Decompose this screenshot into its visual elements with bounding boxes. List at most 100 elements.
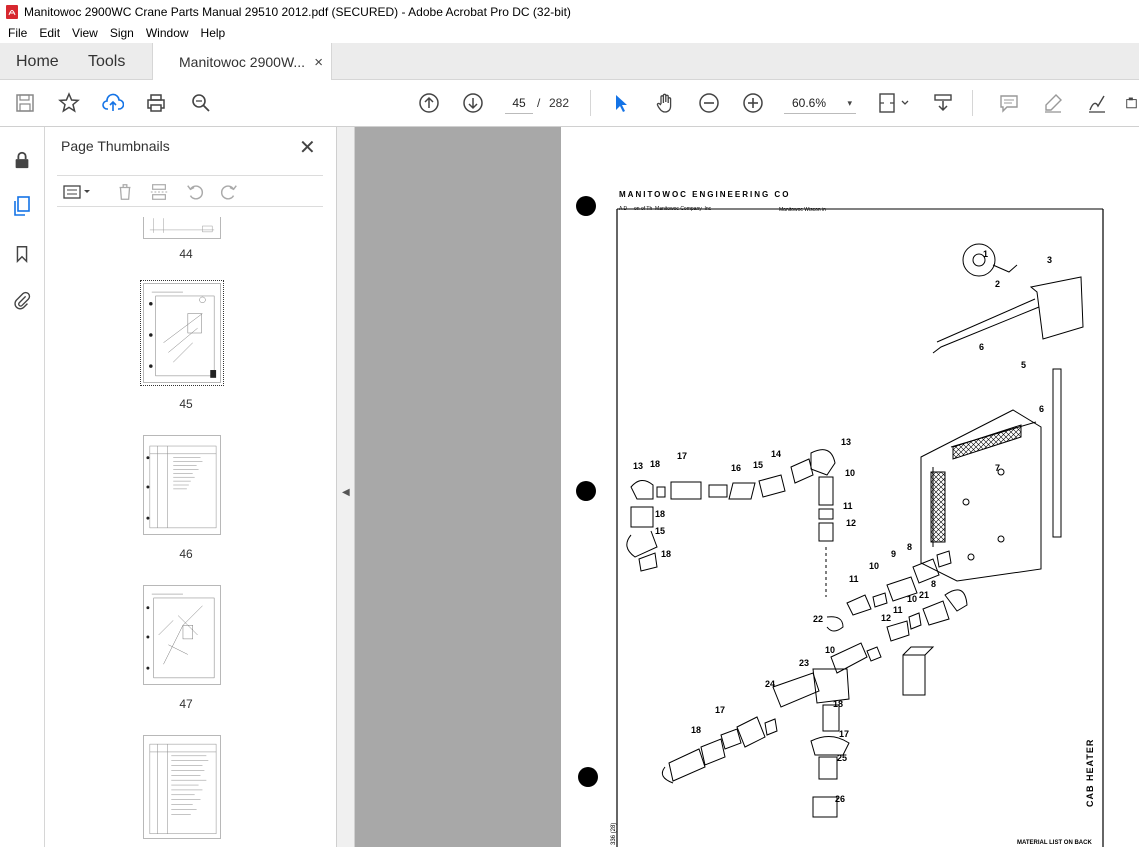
svg-text:24: 24 <box>765 679 775 689</box>
zoom-level-select[interactable]: 60.6% ▾ <box>784 92 856 114</box>
svg-text:25: 25 <box>837 753 847 763</box>
bookmark-star-icon[interactable] <box>56 90 82 116</box>
menu-view[interactable]: View <box>66 26 104 40</box>
options-menu-icon[interactable] <box>61 180 95 204</box>
window-titlebar: Manitowoc 2900WC Crane Parts Manual 2951… <box>0 0 1139 23</box>
document-side-code: 336 (28) <box>611 822 617 845</box>
svg-text:8: 8 <box>907 542 912 552</box>
save-icon[interactable] <box>12 90 38 116</box>
menu-sign[interactable]: Sign <box>104 26 140 40</box>
svg-text:10: 10 <box>845 468 855 478</box>
zoom-in-icon[interactable] <box>740 90 766 116</box>
page-separator: / <box>537 96 541 110</box>
page-thumbnail[interactable] <box>143 735 221 839</box>
panel-close-button[interactable]: ✕ <box>299 135 316 160</box>
page-thumbnails-icon[interactable] <box>10 193 34 219</box>
page-number-input[interactable]: 45 <box>505 92 533 114</box>
svg-text:18: 18 <box>655 509 665 519</box>
search-zoom-icon[interactable] <box>188 90 214 116</box>
svg-text:18: 18 <box>650 459 660 469</box>
thumbnail-label: 47 <box>179 697 193 711</box>
svg-text:7: 7 <box>995 463 1000 473</box>
zoom-level-value: 60.6% <box>792 96 827 110</box>
svg-text:3: 3 <box>1047 255 1052 265</box>
tab-home[interactable]: Home <box>16 43 59 80</box>
svg-text:10: 10 <box>825 645 835 655</box>
window-title: Manitowoc 2900WC Crane Parts Manual 2951… <box>24 4 571 19</box>
page-thumbnail[interactable] <box>143 585 221 685</box>
svg-text:1: 1 <box>983 249 988 259</box>
select-cursor-icon[interactable] <box>608 90 634 116</box>
svg-text:23: 23 <box>799 658 809 668</box>
tab-tools[interactable]: Tools <box>88 43 125 80</box>
sign-pen-icon[interactable] <box>1084 90 1110 116</box>
rotate-left-icon[interactable] <box>183 180 207 204</box>
attachments-icon[interactable] <box>10 287 34 313</box>
svg-text:10: 10 <box>907 594 917 604</box>
hand-tool-icon[interactable] <box>652 90 678 116</box>
document-viewer[interactable]: 1 2 3 6 5 6 7 13 17 16 15 14 13 18 10 11… <box>355 127 1139 847</box>
svg-text:18: 18 <box>833 699 843 709</box>
zoom-out-icon[interactable] <box>696 90 722 116</box>
svg-text:2: 2 <box>995 279 1000 289</box>
page-thumbnail-selected[interactable] <box>140 280 224 386</box>
print-icon[interactable] <box>143 90 169 116</box>
rotate-right-icon[interactable] <box>217 180 241 204</box>
svg-text:12: 12 <box>881 613 891 623</box>
fit-page-icon[interactable] <box>874 90 914 116</box>
panel-title: Page Thumbnails <box>61 138 170 154</box>
svg-text:5: 5 <box>1021 360 1026 370</box>
svg-text:18: 18 <box>661 549 671 559</box>
cloud-upload-icon[interactable] <box>100 90 126 116</box>
more-tools-icon[interactable] <box>1124 90 1139 116</box>
lock-icon[interactable] <box>10 147 34 173</box>
tab-close-button[interactable]: × <box>314 54 323 71</box>
menu-help[interactable]: Help <box>195 26 232 40</box>
svg-text:11: 11 <box>843 501 853 511</box>
menu-file[interactable]: File <box>2 26 33 40</box>
document-page: 1 2 3 6 5 6 7 13 17 16 15 14 13 18 10 11… <box>561 127 1139 847</box>
page-thumbnail[interactable] <box>143 435 221 535</box>
svg-text:9: 9 <box>891 549 896 559</box>
navigation-rail <box>0 127 45 847</box>
svg-text:15: 15 <box>753 460 763 470</box>
bookmarks-icon[interactable] <box>10 241 34 267</box>
panel-splitter[interactable]: ◀ <box>337 127 355 847</box>
delete-page-icon[interactable] <box>113 180 137 204</box>
svg-text:10: 10 <box>869 561 879 571</box>
tab-document-label: Manitowoc 2900W... <box>179 54 306 70</box>
next-page-icon[interactable] <box>460 90 486 116</box>
svg-text:14: 14 <box>771 449 781 459</box>
svg-text:11: 11 <box>893 605 903 615</box>
menu-window[interactable]: Window <box>140 26 195 40</box>
menu-edit[interactable]: Edit <box>33 26 66 40</box>
svg-text:8: 8 <box>931 579 936 589</box>
tab-document[interactable]: Manitowoc 2900W... × <box>152 43 332 81</box>
thumbnail-options-bar <box>57 175 323 207</box>
svg-text:12: 12 <box>846 518 856 528</box>
svg-text:17: 17 <box>715 705 725 715</box>
toolbar-divider <box>590 90 591 116</box>
toolbar-divider <box>972 90 973 116</box>
svg-text:11: 11 <box>849 574 859 584</box>
document-footer: MATERIAL LIST ON BACK <box>1017 840 1092 846</box>
svg-text:22: 22 <box>813 614 823 624</box>
page-thumbnails-panel: Page Thumbnails ✕ 44 45 46 47 <box>45 127 374 847</box>
scroll-mode-icon[interactable] <box>930 90 956 116</box>
svg-text:13: 13 <box>841 437 851 447</box>
page-thumbnail[interactable] <box>143 217 221 239</box>
insert-page-icon[interactable] <box>147 180 171 204</box>
svg-text:17: 17 <box>677 451 687 461</box>
svg-text:26: 26 <box>835 794 845 804</box>
highlight-pen-icon[interactable] <box>1040 90 1066 116</box>
thumbnails-list: 44 45 46 47 <box>57 217 315 847</box>
menu-bar: File Edit View Sign Window Help <box>0 23 1139 43</box>
parts-diagram: 1 2 3 6 5 6 7 13 17 16 15 14 13 18 10 11… <box>576 196 1104 847</box>
document-side-title: CAB HEATER <box>1085 738 1095 807</box>
collapse-panel-icon[interactable]: ◀ <box>342 487 350 498</box>
previous-page-icon[interactable] <box>416 90 442 116</box>
comment-icon[interactable] <box>996 90 1022 116</box>
thumbnail-label: 46 <box>179 547 193 561</box>
svg-text:21: 21 <box>919 590 929 600</box>
document-subheader-right: Manitowoc Wiscon in <box>779 207 826 213</box>
